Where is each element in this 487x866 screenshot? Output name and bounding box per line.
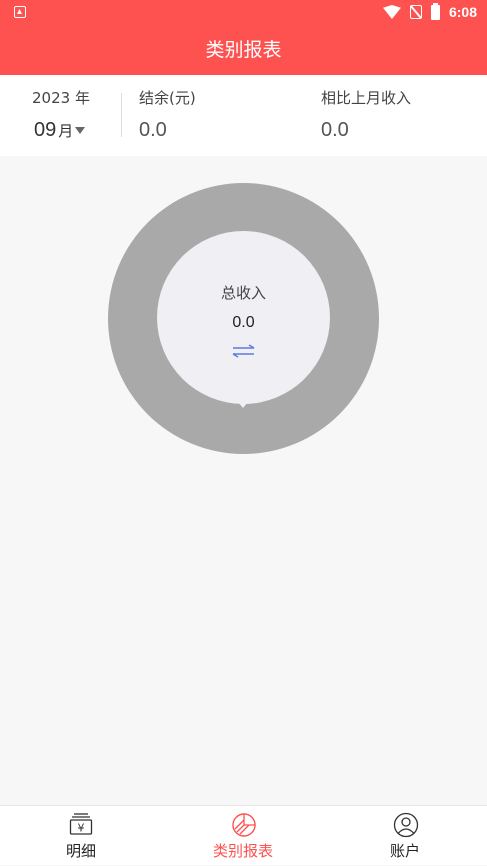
donut-pointer [238, 402, 248, 408]
bottom-tab-bar: ¥ 明细 类别报表 账户 [0, 805, 487, 865]
chart-area: 总收入 0.0 [0, 156, 487, 805]
no-sim-icon [409, 5, 422, 19]
month-unit: 月 [58, 122, 74, 140]
tab-label: 账户 [389, 842, 420, 860]
month-picker[interactable]: 09 月 [34, 119, 86, 142]
battery-icon [430, 2, 440, 20]
user-icon [393, 812, 419, 838]
compare-label: 相比上月收入 [321, 89, 412, 107]
svg-text:¥: ¥ [78, 822, 85, 835]
compare-value: 0.0 [321, 119, 349, 141]
divider [121, 93, 122, 137]
tab-label: 明细 [65, 842, 96, 860]
tab-detail[interactable]: ¥ 明细 [21, 806, 141, 866]
tab-account[interactable]: 账户 [345, 806, 465, 866]
balance-label: 结余(元) [139, 89, 196, 107]
tab-category-report[interactable]: 类别报表 [183, 806, 303, 866]
balance-value: 0.0 [139, 119, 167, 141]
pie-chart-icon [232, 813, 256, 837]
total-income-value: 0.0 [232, 314, 255, 331]
summary-panel: 2023 年 09 月 结余(元) 0.0 相比上月收入 0.0 [0, 75, 487, 156]
status-time: 6:08 [448, 4, 477, 20]
total-income-label: 总收入 [220, 284, 266, 302]
caret-down-icon [75, 127, 86, 134]
status-bar: 6:08 [0, 0, 487, 26]
page-title: 类别报表 [0, 26, 487, 75]
ledger-yuan-icon: ¥ [69, 813, 93, 835]
tab-label: 类别报表 [212, 842, 273, 860]
month-value: 09 [34, 119, 57, 141]
app-notification-icon [14, 6, 26, 18]
swap-icon[interactable] [231, 344, 256, 358]
wifi-icon [382, 5, 401, 19]
year-label: 2023 年 [32, 89, 90, 107]
